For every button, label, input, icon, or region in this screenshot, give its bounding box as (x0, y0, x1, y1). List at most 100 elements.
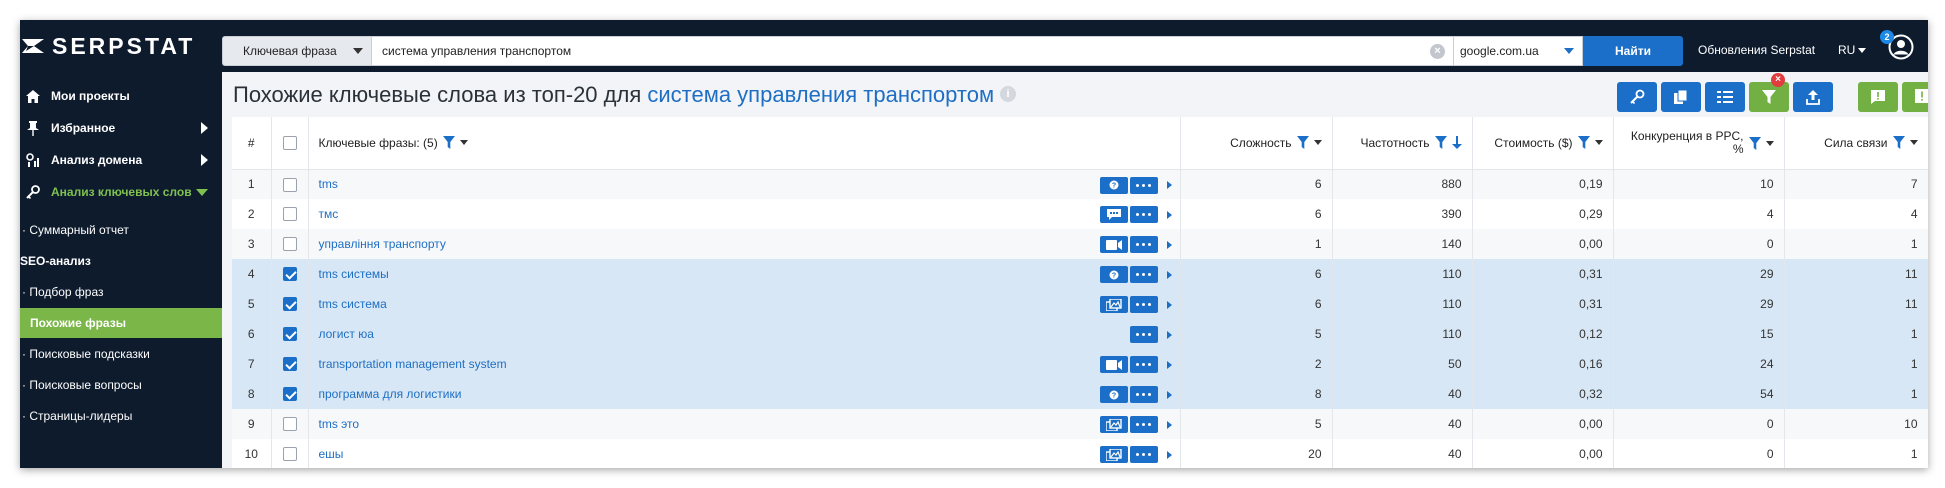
language-select[interactable]: RU (1838, 43, 1867, 57)
more-options-icon[interactable] (1129, 296, 1158, 313)
key-tool-button[interactable] (1617, 82, 1657, 112)
row-checkbox[interactable] (282, 297, 297, 312)
chevron-down-icon[interactable] (1313, 140, 1322, 146)
search-engine-select[interactable]: google.com.ua (1453, 36, 1583, 66)
filter-icon[interactable] (1434, 136, 1447, 150)
notification-badge[interactable]: 2 (1880, 30, 1894, 44)
question-icon[interactable]: ? (1099, 176, 1128, 194)
sort-desc-icon[interactable] (1451, 136, 1462, 150)
row-select-cell[interactable] (271, 349, 309, 379)
clear-filter-icon[interactable]: × (1771, 73, 1785, 87)
more-options-icon[interactable] (1129, 176, 1158, 194)
keyword-link[interactable]: логист юа (319, 327, 374, 341)
table-row[interactable]: 2 тмс 6 390 0,29 4 4 (232, 199, 1928, 229)
row-checkbox[interactable] (282, 237, 297, 252)
expand-row-icon[interactable] (1166, 240, 1172, 249)
chevron-down-icon[interactable] (459, 140, 468, 146)
expand-row-icon[interactable] (1166, 390, 1172, 399)
review-icon[interactable] (1099, 206, 1128, 223)
info-icon[interactable]: i (1000, 86, 1017, 103)
video-icon[interactable] (1099, 236, 1128, 253)
more-options-icon[interactable] (1129, 206, 1158, 223)
expand-row-icon[interactable] (1166, 420, 1172, 429)
row-select-cell[interactable] (271, 409, 309, 439)
more-options-icon[interactable] (1129, 386, 1158, 403)
question-icon[interactable]: ? (1099, 266, 1128, 283)
filter-icon[interactable] (1748, 136, 1761, 150)
search-input[interactable]: система управления транспортом × (372, 36, 1453, 66)
more-options-icon[interactable] (1129, 326, 1158, 343)
video-icon[interactable] (1099, 356, 1128, 373)
keyword-link[interactable]: тмс (319, 207, 339, 221)
search-type-select[interactable]: Ключевая фраза (222, 36, 372, 66)
more-options-icon[interactable] (1129, 416, 1158, 433)
keyword-link[interactable]: tms это (319, 417, 360, 431)
row-select-cell[interactable] (271, 379, 309, 409)
column-header-select-all[interactable] (271, 117, 309, 170)
column-header-relevance[interactable]: Сила связи (1784, 117, 1928, 170)
column-header-cost[interactable]: Стоимость ($) (1472, 117, 1614, 170)
keyword-link[interactable]: tms система (319, 297, 387, 311)
row-select-cell[interactable] (271, 199, 309, 229)
filter-icon[interactable] (442, 136, 455, 150)
columns-button[interactable] (1705, 82, 1745, 112)
find-button[interactable]: Найти (1583, 36, 1683, 66)
more-options-icon[interactable] (1129, 266, 1158, 283)
row-checkbox[interactable] (282, 387, 297, 402)
table-row[interactable]: 3 управління транспорту 1 140 0,00 0 1 (232, 229, 1928, 259)
select-all-checkbox[interactable] (282, 136, 297, 151)
row-checkbox[interactable] (282, 357, 297, 372)
filter-icon[interactable] (1892, 136, 1905, 150)
table-row[interactable]: 1 tms? 6 880 0,19 10 7 (232, 169, 1928, 199)
row-checkbox[interactable] (282, 327, 297, 342)
row-select-cell[interactable] (271, 289, 309, 319)
column-header-frequency[interactable]: Частотность (1332, 117, 1473, 170)
more-options-icon[interactable] (1129, 236, 1158, 253)
table-row[interactable]: 10 ешы 20 40 0,00 0 1 (232, 439, 1928, 468)
keyword-link[interactable]: tms (319, 177, 338, 191)
info-alert-button[interactable] (1902, 82, 1928, 112)
clear-icon[interactable]: × (1430, 44, 1445, 59)
expand-row-icon[interactable] (1166, 330, 1172, 339)
serpstat-logo[interactable]: SERPSTAT (20, 20, 222, 72)
row-checkbox[interactable] (282, 207, 297, 222)
table-row[interactable]: 8 программа для логистики? 8 40 0,32 54 1 (232, 379, 1928, 409)
row-checkbox[interactable] (282, 267, 297, 282)
copy-button[interactable] (1661, 82, 1701, 112)
row-select-cell[interactable] (271, 229, 309, 259)
chevron-down-icon[interactable] (1594, 140, 1603, 146)
table-row[interactable]: 4 tms системы? 6 110 0,31 29 11 (232, 259, 1928, 289)
table-row[interactable]: 9 tms это 5 40 0,00 0 10 (232, 409, 1928, 439)
keyword-link[interactable]: transportation management system (319, 357, 507, 371)
more-options-icon[interactable] (1129, 356, 1158, 373)
sidebar-subitem-phrase-selection[interactable]: · Подбор фраз (20, 277, 222, 307)
column-header-competition[interactable]: Конкуренция в PPC, % (1613, 117, 1785, 170)
expand-row-icon[interactable] (1166, 360, 1172, 369)
row-select-cell[interactable] (271, 259, 309, 289)
more-options-icon[interactable] (1129, 446, 1158, 463)
row-checkbox[interactable] (282, 177, 297, 192)
keyword-link[interactable]: управління транспорту (319, 237, 446, 251)
column-header-difficulty[interactable]: Сложность (1180, 117, 1333, 170)
chevron-down-icon[interactable] (1909, 140, 1918, 146)
table-row[interactable]: 6 логист юа 5 110 0,12 15 1 (232, 319, 1928, 349)
filter-icon[interactable] (1296, 136, 1309, 150)
row-select-cell[interactable] (271, 169, 309, 199)
chevron-down-icon[interactable] (1765, 140, 1774, 146)
row-checkbox[interactable] (282, 417, 297, 432)
updates-link[interactable]: Обновления Serpstat (1698, 43, 1815, 57)
sidebar-item-keyword-analysis[interactable]: Анализ ключевых слов (20, 172, 222, 212)
row-select-cell[interactable] (271, 319, 309, 349)
filter-icon[interactable] (1577, 136, 1590, 150)
report-issue-button[interactable] (1858, 82, 1898, 112)
expand-row-icon[interactable] (1166, 300, 1172, 309)
images-icon[interactable] (1099, 416, 1128, 433)
expand-row-icon[interactable] (1166, 181, 1172, 189)
table-row[interactable]: 5 tms система 6 110 0,31 29 11 (232, 289, 1928, 319)
row-checkbox[interactable] (282, 447, 297, 462)
keyword-link[interactable]: программа для логистики (319, 387, 462, 401)
export-button[interactable] (1793, 82, 1833, 112)
column-header-keyword[interactable]: Ключевые фразы: (5) (308, 117, 1181, 170)
question-icon[interactable]: ? (1099, 386, 1128, 403)
sidebar-subitem-search-questions[interactable]: · Поисковые вопросы (20, 370, 222, 400)
